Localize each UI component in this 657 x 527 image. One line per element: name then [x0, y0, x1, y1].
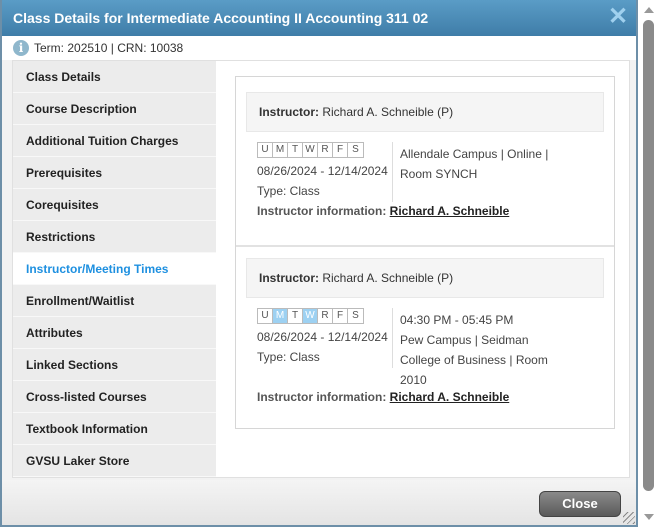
location-line: 2010	[400, 373, 427, 387]
divider	[392, 308, 393, 368]
instructor-label: Instructor:	[259, 105, 319, 119]
location-line: Room SYNCH	[400, 167, 478, 181]
meeting-time: 04:30 PM - 05:45 PM	[400, 313, 514, 327]
meeting-type: Type: Class	[257, 184, 320, 198]
divider	[392, 142, 393, 202]
day-wednesday: W	[303, 143, 318, 157]
meeting-days: U M T W R F S	[257, 308, 364, 324]
instructor-header: Instructor: Richard A. Schneible (P)	[246, 258, 604, 298]
meeting-times-panel: Instructor: Richard A. Schneible (P) U M…	[235, 76, 615, 429]
sidebar-item-course-description[interactable]: Course Description	[13, 93, 216, 125]
day-thursday: R	[318, 309, 333, 323]
location-line: Pew Campus | Seidman	[400, 333, 529, 347]
day-sunday: U	[258, 309, 273, 323]
day-thursday: R	[318, 143, 333, 157]
instructor-information: Instructor information: Richard A. Schne…	[257, 390, 509, 404]
sidebar-item-attributes[interactable]: Attributes	[13, 317, 216, 349]
dialog-title: Class Details for Intermediate Accountin…	[13, 10, 429, 26]
instructor-information: Instructor information: Richard A. Schne…	[257, 204, 509, 218]
instructor-link[interactable]: Richard A. Schneible	[390, 204, 510, 218]
page-scrollbar[interactable]	[640, 0, 657, 527]
day-tuesday: T	[288, 143, 303, 157]
term-label: Term	[34, 41, 61, 55]
instructor-label: Instructor:	[259, 271, 319, 285]
meeting-location: Allendale Campus | Online | Room SYNCH	[400, 144, 560, 184]
dialog-titlebar[interactable]: Class Details for Intermediate Accountin…	[2, 0, 636, 36]
sidebar-item-corequisites[interactable]: Corequisites	[13, 189, 216, 221]
instructor-name: Richard A. Schneible (P)	[322, 271, 454, 285]
day-saturday: S	[348, 309, 363, 323]
meeting-block: Instructor: Richard A. Schneible (P) U M…	[236, 247, 614, 427]
dialog-content: Class Details Course Description Additio…	[12, 60, 630, 478]
meeting-location: 04:30 PM - 05:45 PM Pew Campus | Seidman…	[400, 310, 560, 390]
meeting-days: U M T W R F S	[257, 142, 364, 158]
day-monday: M	[273, 309, 288, 323]
meeting-type: Type: Class	[257, 350, 320, 364]
day-sunday: U	[258, 143, 273, 157]
day-friday: F	[333, 143, 348, 157]
sidebar-item-class-details[interactable]: Class Details	[13, 61, 216, 93]
sidebar-item-instructor-meeting-times[interactable]: Instructor/Meeting Times	[13, 253, 216, 285]
day-saturday: S	[348, 143, 363, 157]
instructor-info-label: Instructor information:	[257, 390, 387, 404]
meeting-body: U M T W R F S 08/26/2024 - 12/14/2024 Ty…	[246, 142, 604, 252]
scroll-thumb[interactable]	[643, 20, 654, 491]
meeting-body: U M T W R F S 08/26/2024 - 12/14/2024 Ty…	[246, 308, 604, 438]
location-line: Allendale Campus | Online |	[400, 147, 549, 161]
term-info: Term: 202510 | CRN: 10038	[34, 41, 184, 55]
crn-label: CRN	[117, 41, 144, 55]
class-details-dialog: Class Details for Intermediate Accountin…	[0, 0, 638, 527]
day-wednesday: W	[303, 309, 318, 323]
sidebar-item-gvsu-laker-store[interactable]: GVSU Laker Store	[13, 445, 216, 477]
day-monday: M	[273, 143, 288, 157]
day-tuesday: T	[288, 309, 303, 323]
sidebar-item-prerequisites[interactable]: Prerequisites	[13, 157, 216, 189]
dialog-footer: Close	[2, 480, 636, 525]
instructor-header: Instructor: Richard A. Schneible (P)	[246, 92, 604, 132]
sidebar-item-additional-tuition-charges[interactable]: Additional Tuition Charges	[13, 125, 216, 157]
instructor-info-label: Instructor information:	[257, 204, 387, 218]
info-icon: i	[13, 40, 29, 56]
sidebar-item-enrollment-waitlist[interactable]: Enrollment/Waitlist	[13, 285, 216, 317]
instructor-link[interactable]: Richard A. Schneible	[390, 390, 510, 404]
meeting-block: Instructor: Richard A. Schneible (P) U M…	[236, 77, 614, 245]
sidebar-item-textbook-information[interactable]: Textbook Information	[13, 413, 216, 445]
instructor-name: Richard A. Schneible (P)	[322, 105, 454, 119]
crn-value: 10038	[149, 41, 184, 55]
close-x-icon[interactable]: ✕	[607, 5, 629, 29]
scroll-down-arrow-icon[interactable]	[644, 514, 654, 520]
term-value: 202510	[67, 41, 108, 55]
sidebar-item-linked-sections[interactable]: Linked Sections	[13, 349, 216, 381]
sidebar-item-cross-listed-courses[interactable]: Cross-listed Courses	[13, 381, 216, 413]
term-info-bar: i Term: 202510 | CRN: 10038	[2, 36, 636, 60]
details-sidebar: Class Details Course Description Additio…	[13, 61, 216, 477]
resize-grip-icon[interactable]	[623, 512, 635, 524]
sidebar-item-restrictions[interactable]: Restrictions	[13, 221, 216, 253]
date-range: 08/26/2024 - 12/14/2024	[257, 164, 388, 178]
day-friday: F	[333, 309, 348, 323]
location-line: College of Business | Room	[400, 353, 548, 367]
close-button[interactable]: Close	[539, 491, 621, 517]
scroll-up-arrow-icon[interactable]	[644, 7, 654, 13]
date-range: 08/26/2024 - 12/14/2024	[257, 330, 388, 344]
